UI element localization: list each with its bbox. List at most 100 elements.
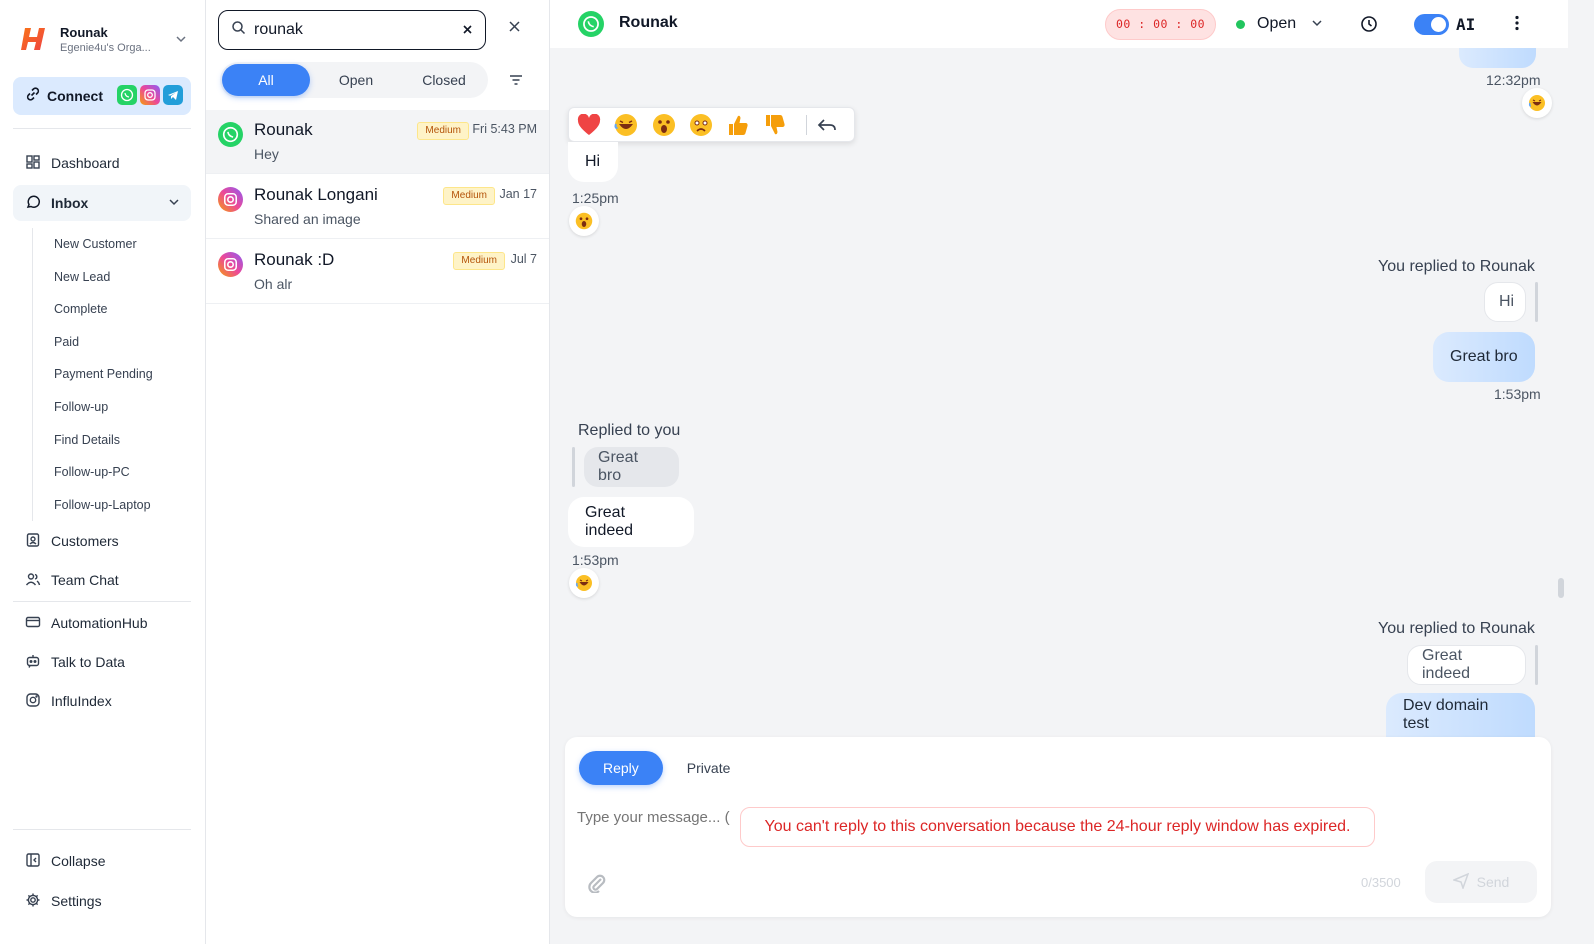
conversation-status[interactable]: Open bbox=[1257, 15, 1296, 33]
message-bubble-incoming[interactable]: Great indeed bbox=[568, 497, 694, 547]
sidebar-collapse-icon bbox=[25, 852, 41, 871]
users-icon bbox=[25, 571, 41, 590]
conversation-item[interactable]: Rounak Hey Medium Fri 5:43 PM bbox=[206, 110, 549, 174]
subnav-follow-up-laptop[interactable]: Follow-up-Laptop bbox=[33, 489, 192, 522]
conversation-name: Rounak bbox=[254, 120, 313, 139]
laughing-reaction-icon bbox=[569, 568, 599, 598]
heart-reaction-icon[interactable] bbox=[577, 113, 614, 137]
sidebar-divider bbox=[13, 128, 191, 129]
tab-open[interactable]: Open bbox=[312, 62, 400, 98]
message-bubble-incoming[interactable]: Hi bbox=[568, 142, 618, 182]
close-search-icon[interactable] bbox=[508, 20, 521, 38]
subnav-payment-pending[interactable]: Payment Pending bbox=[33, 358, 192, 391]
conversation-preview: Hey bbox=[254, 146, 279, 162]
grid-icon bbox=[25, 154, 41, 173]
subnav-find-details[interactable]: Find Details bbox=[33, 424, 192, 457]
conversation-name: Rounak Longani bbox=[254, 185, 378, 204]
chat-scrollbar[interactable] bbox=[1554, 0, 1568, 944]
message-timestamp: 1:53pm bbox=[1494, 386, 1541, 402]
message-bubble-outgoing[interactable]: Dev domain test bbox=[1386, 693, 1535, 737]
paperclip-icon[interactable] bbox=[587, 873, 607, 898]
org-switcher[interactable]: Rounak Egenie4u's Orga... bbox=[20, 22, 190, 56]
conversation-list: All Open Closed Rounak Hey Medium Fri 5:… bbox=[206, 0, 550, 944]
instagram-icon bbox=[218, 187, 243, 212]
subnav-follow-up[interactable]: Follow-up bbox=[33, 391, 192, 424]
nav-automation-hub[interactable]: AutomationHub bbox=[13, 605, 191, 641]
nav-talk-to-data[interactable]: Talk to Data bbox=[13, 644, 191, 680]
conversation-name: Rounak :D bbox=[254, 250, 335, 269]
instagram-outline-icon bbox=[25, 692, 41, 711]
subnav-new-lead[interactable]: New Lead bbox=[33, 261, 192, 294]
laughing-reaction-icon[interactable] bbox=[614, 113, 651, 137]
subnav-complete[interactable]: Complete bbox=[33, 293, 192, 326]
message-bubble-outgoing[interactable]: Great bro bbox=[1433, 332, 1535, 382]
conversation-time: Jan 17 bbox=[499, 187, 537, 201]
status-filter-tabs: All Open Closed bbox=[220, 62, 488, 98]
clear-search-icon[interactable] bbox=[462, 22, 473, 38]
instagram-icon bbox=[218, 252, 243, 277]
nav-inbox[interactable]: Inbox bbox=[13, 185, 191, 221]
thumbs-down-reaction-icon[interactable] bbox=[764, 113, 801, 137]
sidebar: Rounak Egenie4u's Orga... Connect Dashbo… bbox=[0, 0, 206, 944]
surprised-reaction-icon[interactable] bbox=[652, 113, 689, 137]
reply-arrow-icon[interactable] bbox=[817, 113, 854, 137]
org-subtitle: Egenie4u's Orga... bbox=[60, 41, 151, 54]
thumbs-up-reaction-icon[interactable] bbox=[727, 113, 764, 137]
sidebar-divider bbox=[13, 601, 191, 602]
message-input[interactable] bbox=[577, 809, 747, 826]
collapse-button[interactable]: Collapse bbox=[13, 843, 191, 879]
message-composer: Reply Private You can't reply to this co… bbox=[565, 737, 1551, 917]
subnav-new-customer[interactable]: New Customer bbox=[33, 228, 192, 261]
divider bbox=[805, 114, 807, 135]
send-label: Send bbox=[1476, 874, 1510, 890]
reply-caption: You replied to Rounak bbox=[1378, 258, 1535, 275]
nav-label: Collapse bbox=[51, 853, 106, 869]
chevron-down-icon bbox=[167, 195, 181, 212]
sad-reaction-icon[interactable] bbox=[689, 113, 726, 137]
send-button[interactable]: Send bbox=[1425, 861, 1537, 903]
message-bubble-partial bbox=[1459, 48, 1536, 68]
tab-reply[interactable]: Reply bbox=[579, 751, 663, 785]
search-input[interactable] bbox=[254, 21, 444, 39]
nav-team-chat[interactable]: Team Chat bbox=[13, 562, 191, 598]
reply-caption: Replied to you bbox=[578, 422, 681, 439]
tab-all[interactable]: All bbox=[222, 64, 310, 96]
chat-header: Rounak 00 : 00 : 00 Open AI bbox=[550, 0, 1568, 48]
nav-label: AutomationHub bbox=[51, 615, 148, 631]
message-timestamp: 1:53pm bbox=[572, 552, 619, 568]
quoted-message: Hi bbox=[1484, 282, 1526, 322]
chat-panel: Rounak 00 : 00 : 00 Open AI 12:32pm Hi 1… bbox=[550, 0, 1594, 944]
nav-label: Talk to Data bbox=[51, 654, 125, 670]
reply-caption: You replied to Rounak bbox=[1378, 620, 1535, 637]
chat-contact-name: Rounak bbox=[619, 14, 678, 31]
laughing-reaction-icon bbox=[1522, 88, 1552, 118]
more-vertical-icon[interactable] bbox=[1511, 14, 1523, 37]
nav-label: Team Chat bbox=[51, 572, 119, 588]
clock-icon[interactable] bbox=[1360, 15, 1378, 38]
nav-settings[interactable]: Settings bbox=[13, 883, 191, 919]
conversation-item[interactable]: Rounak :D Oh alr Medium Jul 7 bbox=[206, 240, 549, 304]
nav-customers[interactable]: Customers bbox=[13, 523, 191, 559]
org-name: Rounak bbox=[60, 24, 108, 40]
nav-dashboard[interactable]: Dashboard bbox=[13, 145, 191, 181]
tab-private[interactable]: Private bbox=[663, 751, 755, 785]
filter-icon[interactable] bbox=[508, 72, 524, 93]
subnav-paid[interactable]: Paid bbox=[33, 326, 192, 359]
link-icon bbox=[25, 86, 41, 107]
connect-button[interactable]: Connect bbox=[13, 77, 191, 115]
contact-card-icon bbox=[25, 532, 41, 551]
tab-closed[interactable]: Closed bbox=[400, 62, 488, 98]
chevron-down-icon[interactable] bbox=[1310, 16, 1324, 35]
whatsapp-icon bbox=[117, 85, 137, 105]
conversation-item[interactable]: Rounak Longani Shared an image Medium Ja… bbox=[206, 175, 549, 239]
surprised-reaction-icon bbox=[569, 206, 599, 236]
nav-influindex[interactable]: InfluIndex bbox=[13, 683, 191, 719]
priority-badge: Medium bbox=[417, 122, 469, 140]
subnav-follow-up-pc[interactable]: Follow-up-PC bbox=[33, 456, 192, 489]
message-timestamp: 1:25pm bbox=[572, 190, 619, 206]
conversation-preview: Oh alr bbox=[254, 276, 293, 292]
sidebar-divider bbox=[13, 829, 191, 830]
scrollbar-thumb[interactable] bbox=[1558, 578, 1564, 598]
ai-toggle[interactable] bbox=[1414, 14, 1449, 35]
status-dot bbox=[1236, 20, 1245, 29]
